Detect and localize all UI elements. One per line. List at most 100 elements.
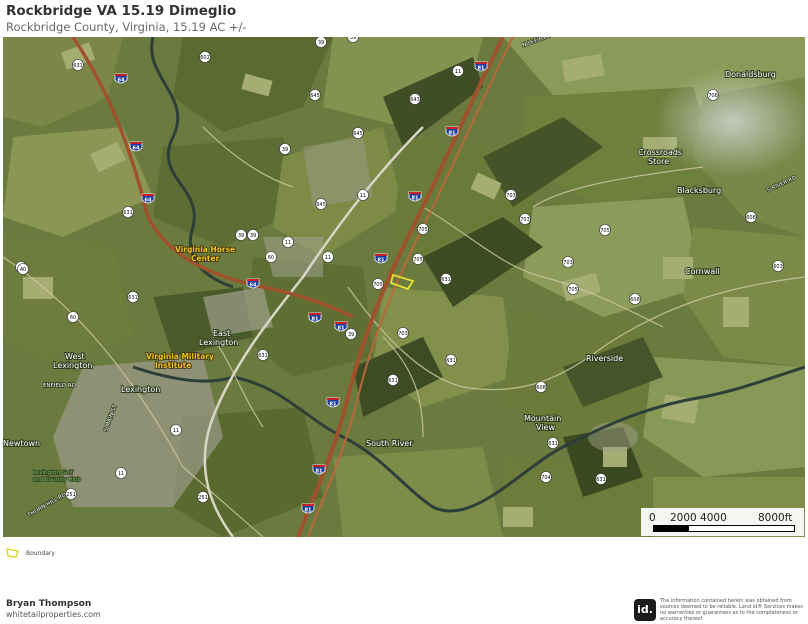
state-route-shield: 39 (345, 328, 357, 340)
disclaimer-text: The information contained herein was obt… (660, 598, 803, 622)
place-south-river: South River (366, 439, 413, 448)
label-golf-club-2: and Country Club (33, 477, 82, 483)
state-shield-number: 703 (563, 260, 573, 266)
state-route-shield: 631 (595, 473, 607, 485)
interstate-shield-number: 81 (478, 66, 485, 72)
interstate-shield-number: 81 (378, 258, 385, 264)
map-legend: Boundary (6, 548, 55, 558)
state-shield-number: 11 (455, 69, 461, 75)
state-shield-number: 40 (20, 267, 26, 273)
state-shield-number: 11 (118, 471, 124, 477)
interstate-shield-number: 64 (250, 283, 257, 289)
state-shield-number: 703 (398, 331, 408, 337)
interstate-shield-band (142, 194, 154, 196)
state-shield-number: 39 (250, 233, 256, 239)
state-shield-number: 705 (413, 257, 423, 263)
interstate-shield-number: 81 (312, 317, 319, 323)
state-route-shield: 608 (629, 293, 641, 305)
interstate-shield-number: 64 (133, 146, 140, 152)
label-virginia-horse-center-2: Center (191, 254, 220, 263)
state-shield-number: 60 (268, 255, 274, 261)
state-route-shield: 251 (65, 488, 77, 500)
place-west: West (65, 352, 85, 361)
interstate-shield-number: 64 (118, 78, 125, 84)
state-shield-number: 39 (238, 233, 244, 239)
state-route-shield: 631 (257, 349, 269, 361)
state-shield-number: 631 (73, 63, 83, 69)
interstate-shield-number: 81 (338, 326, 345, 332)
state-route-shield: 60 (67, 311, 79, 323)
place-east: East (213, 329, 230, 338)
state-shield-number: 631 (548, 441, 558, 447)
state-route-shield: 704 (540, 471, 552, 483)
state-route-shield: 603 (772, 260, 784, 272)
map-subtitle: Rockbridge County, Virginia, 15.19 AC +/… (6, 20, 247, 34)
satellite-map[interactable]: Donaldsburg Crossroads Store Blacksburg … (3, 37, 805, 537)
state-shield-number: 643 (410, 97, 420, 103)
interstate-shield-number: 81 (330, 402, 337, 408)
state-route-shield: 631 (445, 354, 457, 366)
state-route-shield: 11 (170, 424, 182, 436)
state-route-shield: 60 (265, 251, 277, 263)
interstate-shield-band (375, 254, 387, 256)
state-route-shield: 631 (547, 437, 559, 449)
state-route-shield: 645 (352, 127, 364, 139)
state-shield-number: 603 (773, 264, 783, 270)
interstate-shield-band (409, 192, 421, 194)
interstate-shield-band (115, 74, 127, 76)
state-shield-number: 631 (446, 358, 456, 364)
interstate-shield-number: 81 (449, 131, 456, 137)
state-shield-number: 704 (541, 475, 551, 481)
interstate-shield-number: 81 (305, 508, 312, 514)
state-route-shield: 645 (309, 89, 321, 101)
state-route-shield: 11 (452, 65, 464, 77)
boundary-legend-icon (6, 548, 19, 558)
label-virginia-horse-center: Virginia Horse (175, 245, 235, 254)
label-vmi-2: Institute (155, 361, 191, 370)
label-vmi: Virginia Military (146, 352, 214, 361)
state-shield-number: 602 (200, 55, 210, 61)
state-route-shield: 11 (322, 251, 334, 263)
state-shield-number: 631 (596, 477, 606, 483)
state-shield-number: 631 (441, 277, 451, 283)
state-shield-number: 11 (325, 255, 331, 261)
place-mountain: Mountain (524, 414, 561, 423)
interstate-shield-band (309, 313, 321, 315)
state-route-shield: 703 (505, 189, 517, 201)
land-id-logo: id. (634, 599, 656, 621)
state-shield-number: 645 (353, 131, 363, 137)
agent-name: Bryan Thompson (6, 599, 92, 609)
state-shield-number: 631 (128, 295, 138, 301)
state-route-shield: 705 (417, 223, 429, 235)
place-lexington: Lexington (121, 385, 160, 394)
state-route-shield: 11 (282, 236, 294, 248)
interstate-shield-band (302, 504, 314, 506)
state-route-shield: 39 (235, 229, 247, 241)
state-shield-number: 11 (285, 240, 291, 246)
place-blacksburg: Blacksburg (677, 186, 721, 195)
state-route-shield: 703 (562, 256, 574, 268)
map-title: Rockbridge VA 15.19 Dimeglio (6, 3, 237, 19)
place-east-lexington: Lexington (199, 338, 238, 347)
state-shield-number: 39 (350, 37, 356, 41)
state-route-shield: 39 (279, 143, 291, 155)
state-shield-number: 706 (708, 93, 718, 99)
interstate-shield-number: 64 (145, 198, 152, 204)
place-cornwall: Cornwall (685, 267, 720, 276)
state-route-shield: 705 (599, 224, 611, 236)
state-shield-number: 60 (70, 315, 76, 321)
place-newtown: Newtown (3, 439, 40, 448)
state-shield-number: 39 (282, 147, 288, 153)
state-route-shield: 39 (315, 37, 327, 48)
agent-website[interactable]: whitetailproperties.com (6, 610, 101, 619)
scale-bar-graphic (653, 525, 795, 532)
state-shield-number: 645 (316, 202, 326, 208)
state-shield-number: 705 (418, 227, 428, 233)
place-crossroads: Crossroads (638, 148, 682, 157)
scale-bar: 0 2000 4000 8000ft (641, 508, 804, 536)
state-shield-number: 705 (568, 287, 578, 293)
state-route-shield: 645 (315, 198, 327, 210)
state-shield-number: 608 (536, 385, 546, 391)
state-route-shield: 11 (115, 467, 127, 479)
scale-label-end: 8000ft (758, 512, 793, 524)
